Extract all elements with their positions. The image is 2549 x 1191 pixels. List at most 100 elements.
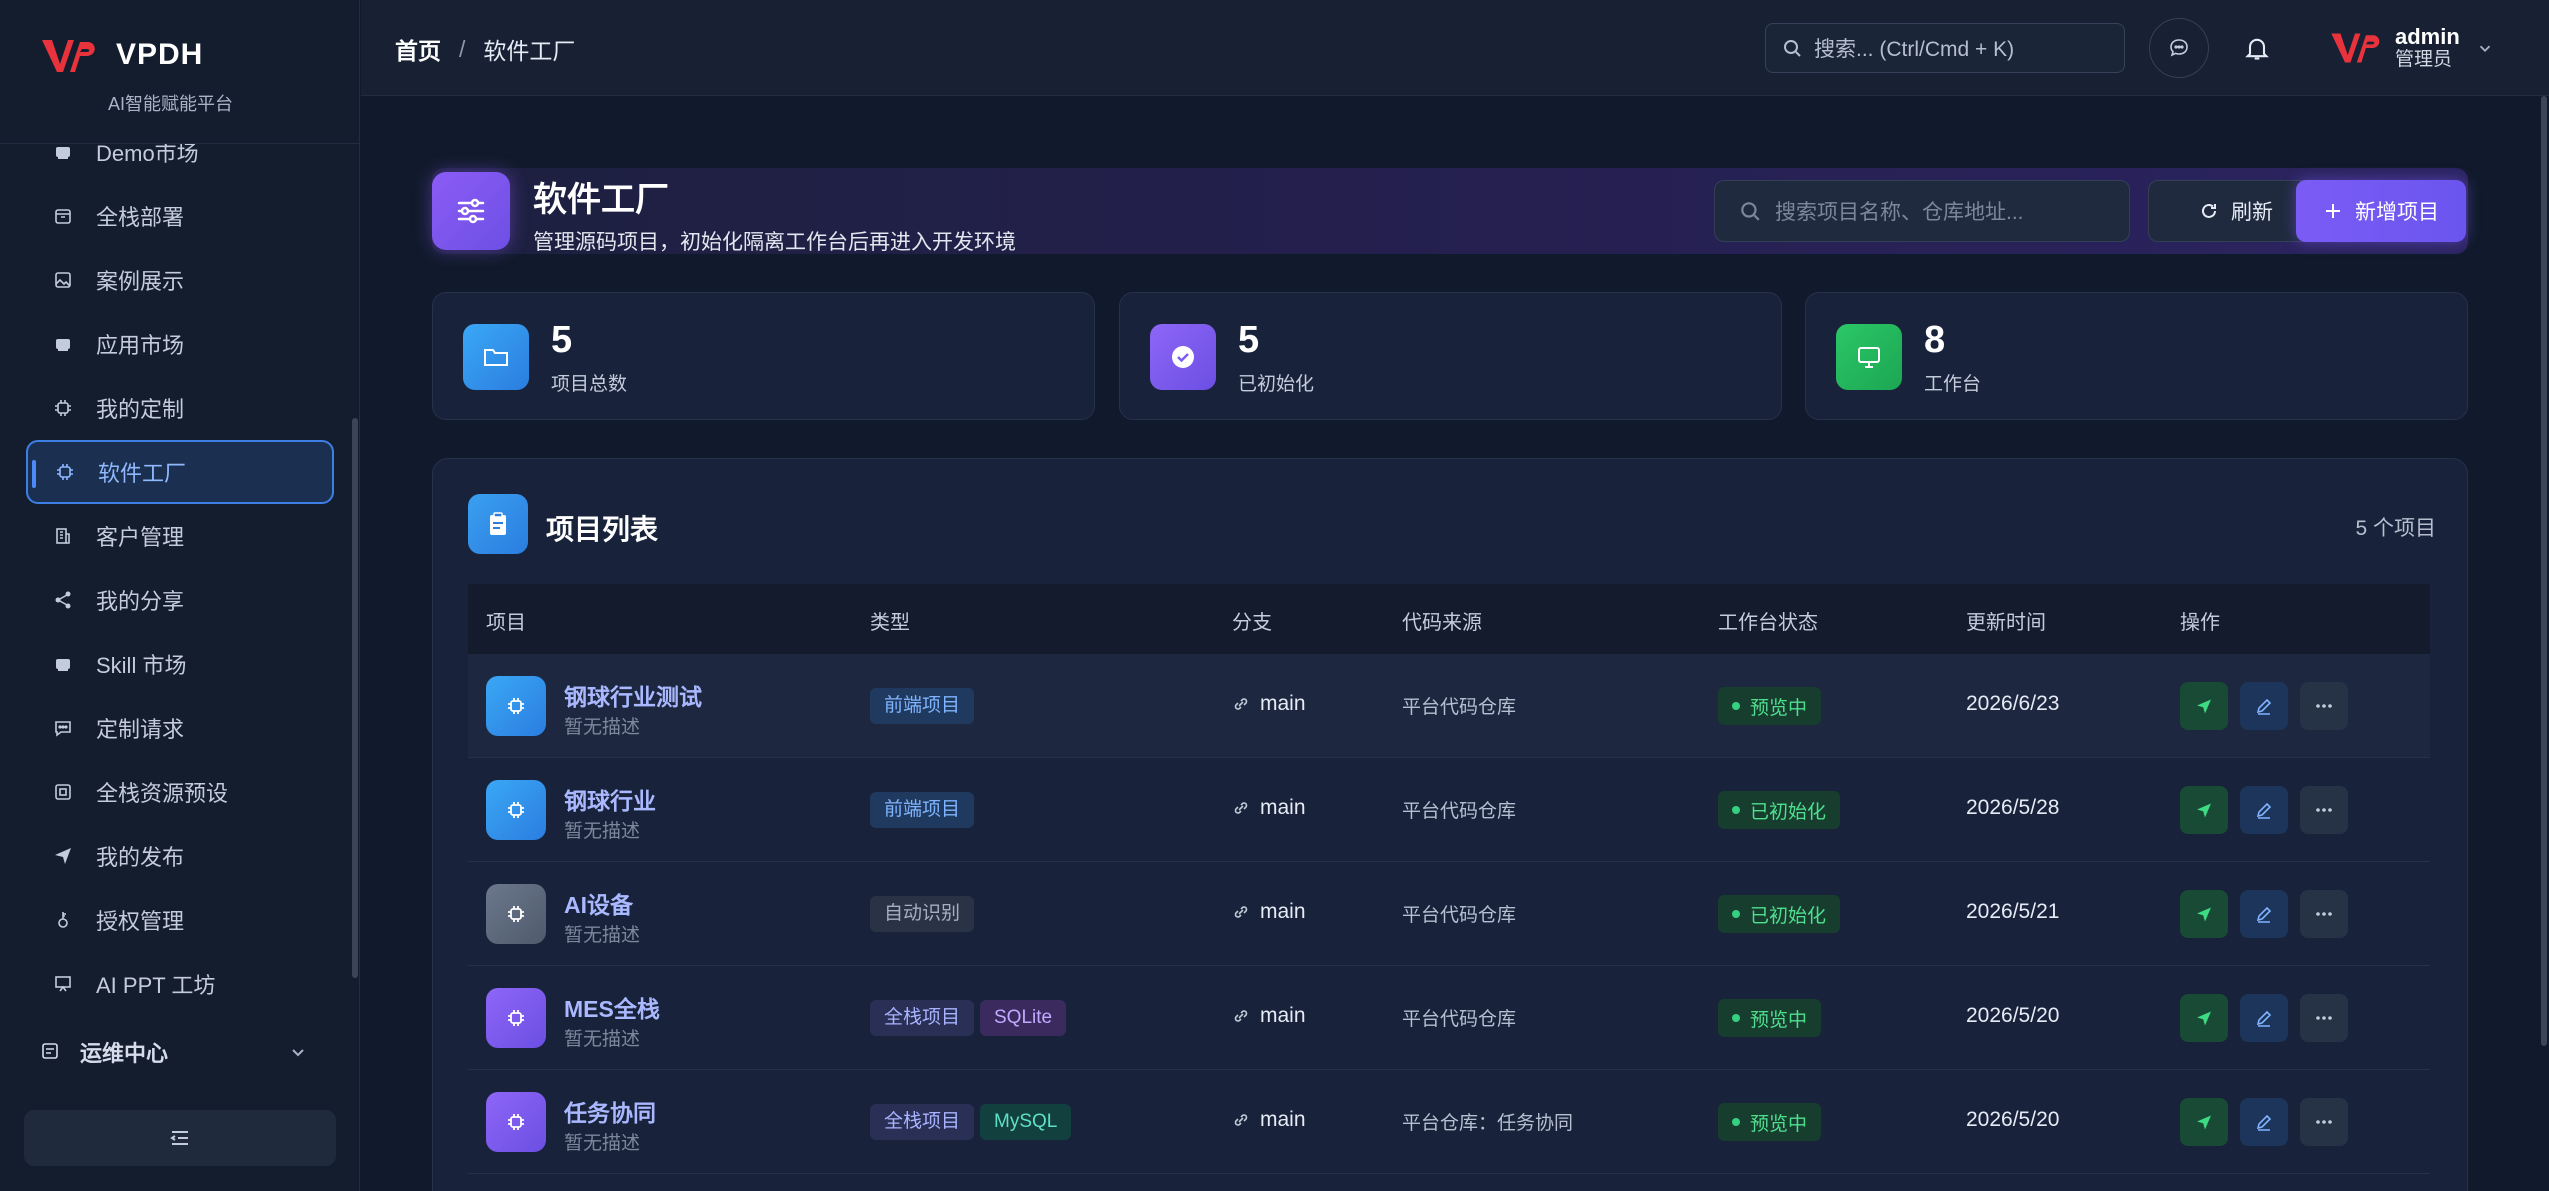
collapse-sidebar-button[interactable] xyxy=(24,1110,336,1166)
add-project-button[interactable]: 新增项目 xyxy=(2296,180,2466,242)
sidebar-item-cases[interactable]: 案例展示 xyxy=(26,248,334,312)
stat-card-total: 5 项目总数 xyxy=(432,292,1095,420)
edit-icon xyxy=(2256,802,2272,819)
project-name[interactable]: MES全栈 xyxy=(564,990,660,1024)
more-button[interactable] xyxy=(2300,994,2348,1042)
branch-name: main xyxy=(1260,796,1306,819)
table-row[interactable]: 任务协同 暂无描述 全栈项目 MySQL main 平台仓库：任务协同 预览中 … xyxy=(468,1070,2430,1174)
edit-button[interactable] xyxy=(2240,786,2288,834)
project-search-input[interactable]: 搜索项目名称、仓库地址... xyxy=(1714,180,2130,242)
column-header: 代码来源 xyxy=(1402,612,1482,634)
share-icon xyxy=(52,589,74,611)
table-header: 项目 类型 分支 代码来源 工作台状态 更新时间 操作 xyxy=(468,584,2430,654)
global-search-input[interactable]: 搜索... (Ctrl/Cmd + K) xyxy=(1765,23,2125,73)
link-icon xyxy=(1234,802,1248,814)
vp-logo-icon xyxy=(42,40,95,72)
sidebar-item-skill-market[interactable]: Skill 市场 xyxy=(26,632,334,696)
send-icon xyxy=(52,845,74,867)
project-desc: 暂无描述 xyxy=(564,1029,641,1050)
sidebar-item-label: 我的定制 xyxy=(96,397,185,422)
user-menu[interactable]: admin 管理员 xyxy=(2329,20,2529,76)
db-tag: SQLite xyxy=(980,1000,1067,1036)
stat-value: 5 xyxy=(551,319,573,361)
type-tag: 自动识别 xyxy=(870,896,975,932)
branch-name: main xyxy=(1260,900,1306,923)
notifications-button[interactable] xyxy=(2237,28,2277,68)
open-workbench-button[interactable] xyxy=(2180,890,2228,938)
user-info: admin 管理员 xyxy=(2395,25,2460,71)
stat-value: 8 xyxy=(1924,319,1946,361)
project-name[interactable]: 任务协同 xyxy=(564,1094,656,1128)
sidebar-item-label: 授权管理 xyxy=(96,909,185,934)
sidebar-group-label: 运维中心 xyxy=(80,1041,169,1066)
updated-date: 2026/5/20 xyxy=(1966,1004,2060,1027)
sidebar-item-fullstack-deploy[interactable]: 全栈部署 xyxy=(26,184,334,248)
refresh-icon xyxy=(2202,203,2216,218)
sidebar-item-label: 我的分享 xyxy=(96,589,185,614)
sidebar-item-software-factory[interactable]: 软件工厂 xyxy=(26,440,334,504)
project-desc: 暂无描述 xyxy=(564,821,641,842)
edit-button[interactable] xyxy=(2240,994,2288,1042)
status-badge: 预览中 xyxy=(1718,999,1822,1037)
more-button[interactable] xyxy=(2300,890,2348,938)
edit-button[interactable] xyxy=(2240,1098,2288,1146)
status-badge: 已初始化 xyxy=(1718,791,1841,829)
sliders-icon xyxy=(432,172,510,250)
sidebar-item-resource-presets[interactable]: 全栈资源预设 xyxy=(26,760,334,824)
open-workbench-button[interactable] xyxy=(2180,994,2228,1042)
sidebar-group-ops[interactable]: 运维中心 xyxy=(26,1028,334,1076)
table-row[interactable]: 钢球行业 暂无描述 前端项目 main 平台代码仓库 已初始化 2026/5/2… xyxy=(468,758,2430,862)
project-name[interactable]: 钢球行业 xyxy=(564,782,656,816)
message-icon xyxy=(52,717,74,739)
sidebar-item-demo-market[interactable]: Demo市场 xyxy=(26,144,334,184)
edit-icon xyxy=(2256,698,2272,715)
edit-button[interactable] xyxy=(2240,890,2288,938)
branch: main xyxy=(1232,796,1306,820)
sidebar-item-ai-ppt[interactable]: AI PPT 工坊 xyxy=(26,952,334,1016)
sidebar-item-my-custom[interactable]: 我的定制 xyxy=(26,376,334,440)
sidebar-item-label: Demo市场 xyxy=(96,144,199,166)
sidebar-item-custom-requests[interactable]: 定制请求 xyxy=(26,696,334,760)
sidebar-item-label: 定制请求 xyxy=(96,717,185,742)
branch: main xyxy=(1232,1108,1306,1132)
table-row[interactable]: AI设备 暂无描述 自动识别 main 平台代码仓库 已初始化 2026/5/2… xyxy=(468,862,2430,966)
sidebar-item-licenses[interactable]: 授权管理 xyxy=(26,888,334,952)
breadcrumb-home[interactable]: 首页 xyxy=(395,32,441,66)
column-header: 分支 xyxy=(1232,612,1272,634)
monitor-icon xyxy=(1836,324,1902,390)
open-workbench-button[interactable] xyxy=(2180,786,2228,834)
sidebar-item-customers[interactable]: 客户管理 xyxy=(26,504,334,568)
chip-icon xyxy=(486,1092,546,1152)
table-row[interactable]: 钢球行业测试 暂无描述 前端项目 main 平台代码仓库 预览中 2026/6/… xyxy=(468,654,2430,758)
sidebar-item-label: 案例展示 xyxy=(96,269,185,294)
key-icon xyxy=(52,909,74,931)
chip-icon xyxy=(486,780,546,840)
more-button[interactable] xyxy=(2300,1098,2348,1146)
edit-button[interactable] xyxy=(2240,682,2288,730)
branch-name: main xyxy=(1260,692,1306,715)
sidebar-item-my-share[interactable]: 我的分享 xyxy=(26,568,334,632)
table-row[interactable]: MES全栈 暂无描述 全栈项目 SQLite main 平台代码仓库 预览中 2… xyxy=(468,966,2430,1070)
sidebar-scrollbar[interactable] xyxy=(352,418,358,978)
ops-icon xyxy=(40,1041,62,1063)
edit-icon xyxy=(2256,1010,2272,1027)
open-workbench-button[interactable] xyxy=(2180,1098,2228,1146)
stat-label: 工作台 xyxy=(1924,374,1982,395)
send-icon xyxy=(2197,1011,2211,1026)
store-icon xyxy=(52,144,74,163)
brand-subtitle: AI智能赋能平台 xyxy=(108,94,234,114)
open-workbench-button[interactable] xyxy=(2180,682,2228,730)
project-name[interactable]: AI设备 xyxy=(564,886,633,920)
more-button[interactable] xyxy=(2300,786,2348,834)
image-icon xyxy=(52,269,74,291)
page-scrollbar[interactable] xyxy=(2541,96,2547,1046)
folder-icon xyxy=(463,324,529,390)
project-desc: 暂无描述 xyxy=(564,717,641,738)
more-button[interactable] xyxy=(2300,682,2348,730)
sidebar-item-my-releases[interactable]: 我的发布 xyxy=(26,824,334,888)
type-tag: 全栈项目 xyxy=(870,1000,975,1036)
chat-button[interactable] xyxy=(2149,18,2209,78)
sidebar-item-app-market[interactable]: 应用市场 xyxy=(26,312,334,376)
project-list-title: 项目列表 xyxy=(546,514,659,545)
project-name[interactable]: 钢球行业测试 xyxy=(564,678,702,712)
